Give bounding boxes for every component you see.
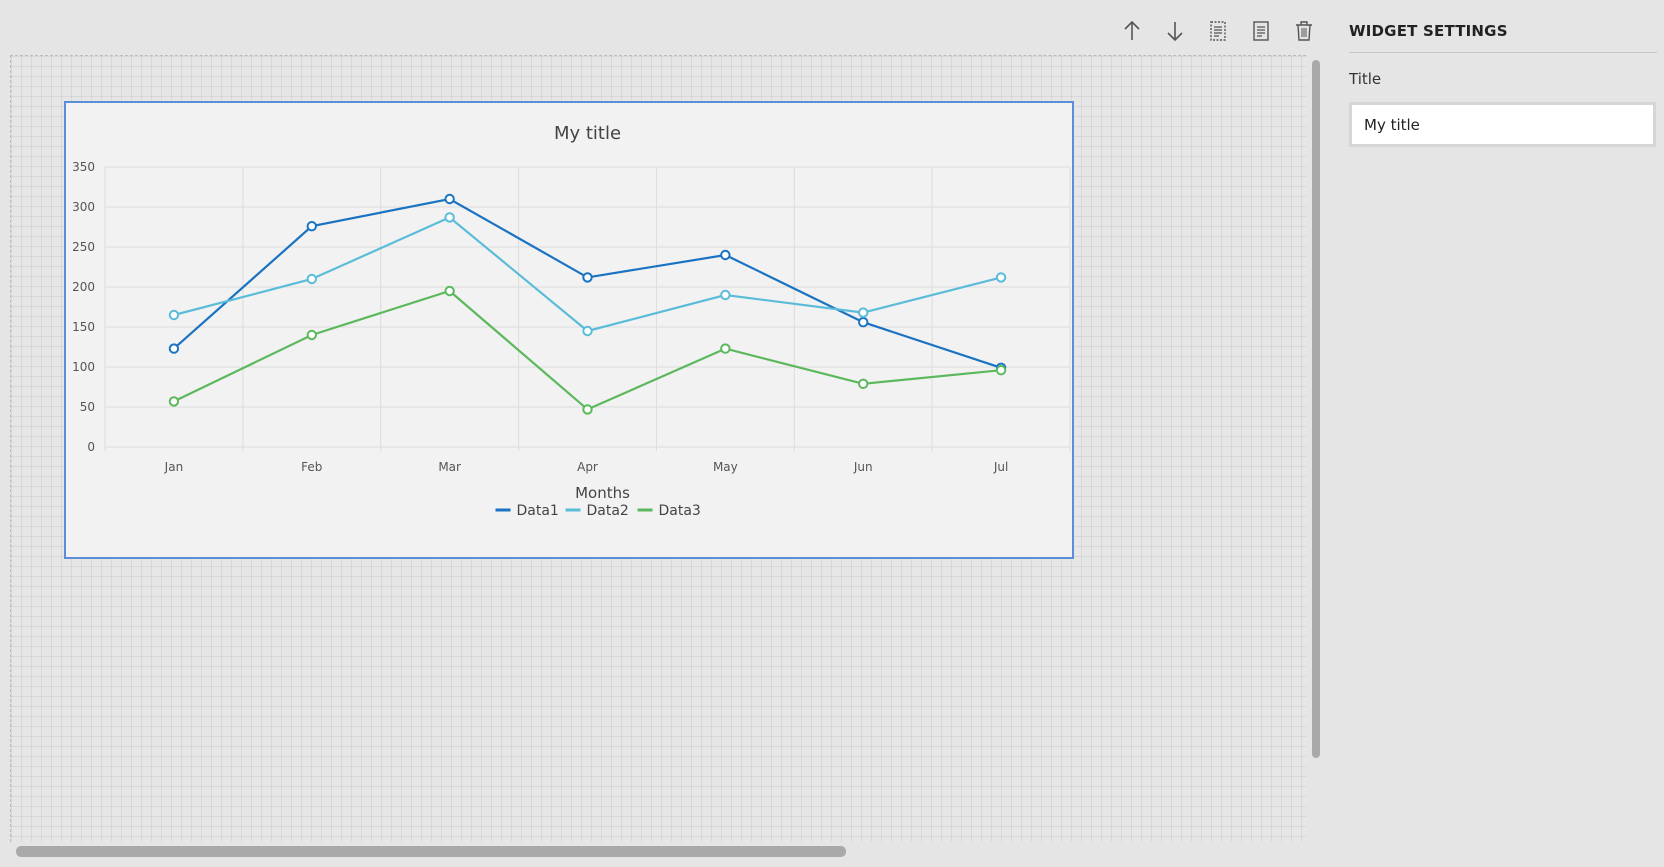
edit-document-button[interactable] [1239,14,1282,48]
data-point [720,343,731,354]
copy-icon [1209,21,1226,41]
duplicate-button[interactable] [1196,14,1239,48]
delete-button[interactable] [1282,14,1325,48]
data-point [858,317,869,328]
data-point [444,285,455,297]
y-tick-label: 300 [72,200,95,214]
trash-icon [1295,21,1312,41]
data-point [995,272,1007,283]
x-tick-label: Jul [993,460,1008,474]
y-tick-label: 200 [72,280,95,294]
data-point [168,396,180,407]
data-point [444,212,455,223]
legend-label: Data2 [587,503,629,519]
data-point [858,378,869,389]
y-tick-label: 100 [72,360,95,374]
data-point [582,272,593,283]
x-tick-label: Mar [438,460,461,474]
x-tick-label: May [713,460,738,474]
x-axis-label: Months [575,484,630,502]
document-icon [1252,21,1269,41]
y-tick-label: 150 [72,320,95,334]
panel-heading: WIDGET SETTINGS [1349,22,1657,53]
legend-label: Data3 [659,503,701,519]
y-tick-label: 0 [87,440,95,454]
chart-title: My title [554,123,621,144]
data-point [306,329,317,341]
y-tick-label: 350 [72,160,95,174]
vertical-scrollbar[interactable] [1312,60,1320,758]
data-point [306,273,317,285]
data-point [720,249,731,261]
y-tick-label: 50 [80,400,95,414]
data-point [306,221,317,232]
y-tick-label: 250 [72,240,95,254]
legend-label: Data1 [517,503,559,519]
x-tick-label: Apr [577,460,598,474]
data-point [720,289,731,301]
x-tick-label: Feb [301,460,322,474]
horizontal-scrollbar[interactable] [16,846,846,857]
title-input[interactable] [1349,102,1656,147]
widget-toolbar [1110,14,1325,48]
move-down-button[interactable] [1153,14,1196,48]
move-up-button[interactable] [1110,14,1153,48]
data-point [444,193,455,205]
arrow-down-icon [1166,22,1183,42]
data-point [168,309,180,321]
chart-widget[interactable]: My title 0 50 100 150 200 250 300 350 Jan Feb Mar Ap… [64,101,1074,559]
data-point [858,307,869,318]
widget-settings-panel: WIDGET SETTINGS Title [1349,0,1664,867]
data-point [995,365,1007,376]
x-tick-label: Jun [853,460,873,474]
data-point [582,404,593,415]
x-tick-label: Jan [164,460,184,474]
data-point [582,325,593,337]
title-field-label: Title [1349,70,1382,88]
arrow-up-icon [1123,20,1140,40]
data-point [168,343,180,354]
line-chart: My title 0 50 100 150 200 250 300 350 Jan Feb Mar Ap… [72,123,1071,519]
